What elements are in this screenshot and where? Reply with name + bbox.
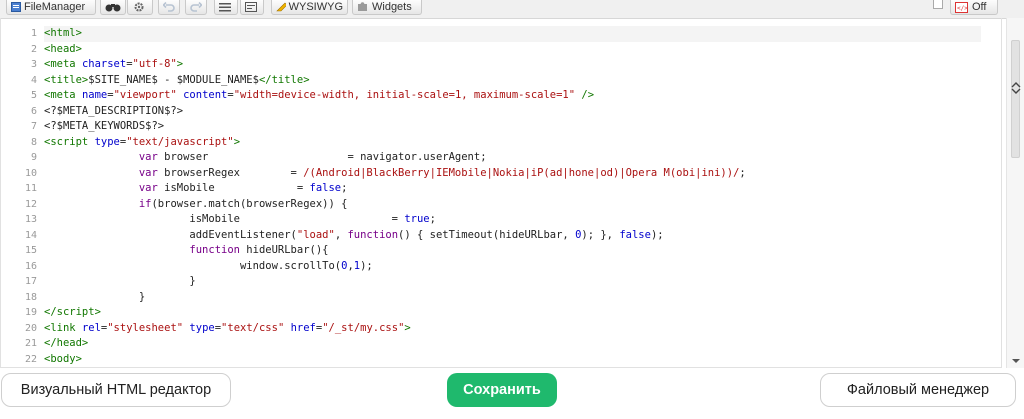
format-toolbar-button[interactable]: [240, 0, 264, 15]
widgets-toolbar-button[interactable]: Widgets: [352, 0, 422, 15]
code-line: <link rel="stylesheet" type="text/css" h…: [44, 321, 411, 334]
toggle-checkbox[interactable]: [933, 0, 943, 9]
code-line: </script>: [44, 306, 101, 318]
widgets-toolbar-label: Widgets: [372, 0, 412, 13]
line-number: 13: [24, 214, 37, 225]
scroll-down-icon[interactable]: [1011, 358, 1021, 364]
code-line: }: [44, 290, 146, 303]
line-number: 19: [24, 307, 37, 318]
code-line: var isMobile = false;: [138, 182, 348, 194]
undo-icon: [163, 2, 175, 12]
visual-editor-label: Визуальный HTML редактор: [20, 382, 212, 398]
line-number: 7: [30, 121, 37, 132]
code-line: var browserRegex = /(Android|BlackBerry|…: [138, 166, 746, 179]
code-line: var browser = navigator.userAgent;: [138, 151, 487, 163]
code-line: addEventListener("load", function() { se…: [44, 228, 664, 241]
line-number: 18: [24, 291, 37, 303]
code-line: <?$META_KEYWORDS$?>: [44, 120, 165, 132]
line-number: 6: [30, 105, 37, 117]
binoculars-icon: [105, 4, 121, 12]
code-line: window.scrollTo(0,1);: [44, 259, 373, 272]
file-manager-icon: [11, 2, 21, 12]
code-toggle-label: Off: [972, 0, 987, 13]
line-number: 15: [24, 245, 37, 256]
line-number: 14: [24, 229, 37, 241]
visual-editor-button[interactable]: Визуальный HTML редактор: [1, 373, 231, 407]
save-label: Сохранить: [463, 382, 541, 398]
line-number-gutter: 1234567891011121314151617181920212223: [1, 26, 37, 368]
redo-icon: [190, 2, 202, 12]
line-number: 22: [24, 353, 37, 365]
resize-arrows-icon[interactable]: [1011, 82, 1021, 94]
line-number: 17: [24, 276, 37, 287]
code-editor[interactable]: 1234567891011121314151617181920212223 <h…: [0, 18, 1002, 368]
code-line: <script type="text/javascript">: [44, 135, 241, 148]
save-button[interactable]: Сохранить: [447, 373, 557, 407]
scrollbar-thumb[interactable]: [1011, 40, 1020, 158]
code-line: <meta name="viewport" content="width=dev…: [44, 89, 595, 101]
code-line: isMobile = true;: [44, 213, 436, 225]
settings-toolbar-button[interactable]: [127, 0, 153, 15]
line-number: 20: [24, 322, 37, 334]
file-manager-toolbar-label: FileManager: [24, 0, 86, 13]
pencil-icon: [276, 2, 286, 12]
code-line: $ADMIN_BAR$: [44, 367, 981, 368]
file-manager-toolbar-button[interactable]: FileManager: [6, 0, 96, 15]
line-number: 4: [30, 74, 37, 86]
line-number: 5: [30, 90, 37, 101]
file-manager-button[interactable]: Файловый менеджер: [820, 373, 1016, 407]
editor-toolbar: FileManager WYSIWYG Widgets </> Off: [0, 0, 1024, 19]
line-number: 10: [24, 167, 37, 179]
line-number: 16: [24, 260, 37, 272]
svg-text:</>: </>: [957, 5, 968, 12]
editor-scrollbar[interactable]: [1006, 18, 1024, 368]
gear-icon: [134, 2, 144, 12]
wysiwyg-toolbar-label: WYSIWYG: [288, 0, 343, 13]
line-number: 1: [30, 28, 37, 39]
puzzle-icon: [358, 2, 367, 11]
search-toolbar-button[interactable]: [100, 0, 126, 15]
code-area[interactable]: <html> <head> <meta charset="utf-8"> <ti…: [44, 26, 981, 368]
code-line: <html>: [44, 26, 981, 42]
code-line: }: [44, 275, 196, 287]
format-code-icon: [245, 2, 257, 12]
line-numbers-toolbar-button[interactable]: [214, 0, 238, 15]
code-line: function hideURLbar(){: [189, 244, 329, 256]
redo-toolbar-button[interactable]: [185, 0, 207, 15]
wysiwyg-toolbar-button[interactable]: WYSIWYG: [271, 0, 348, 15]
line-number: 3: [30, 59, 37, 70]
line-number: 8: [30, 136, 37, 148]
list-icon: [219, 3, 231, 12]
line-number: 21: [24, 338, 37, 349]
line-number: 9: [30, 152, 37, 163]
line-number: 12: [24, 198, 37, 210]
code-toggle-button[interactable]: </> Off: [950, 0, 998, 15]
code-line: if(browser.match(browserRegex)) {: [138, 197, 348, 210]
code-line: <body>: [44, 352, 82, 365]
code-line: <head>: [44, 42, 82, 55]
line-number: 23: [1, 367, 37, 368]
code-line: <meta charset="utf-8">: [44, 58, 184, 70]
line-number: 2: [30, 43, 37, 55]
file-manager-label: Файловый менеджер: [846, 382, 990, 398]
undo-toolbar-button[interactable]: [158, 0, 180, 15]
code-line: <?$META_DESCRIPTION$?>: [44, 104, 184, 117]
code-line: </head>: [44, 337, 89, 349]
line-number: 11: [24, 183, 37, 194]
code-file-icon: </>: [955, 1, 968, 13]
code-line: <title>$SITE_NAME$ - $MODULE_NAME$</titl…: [44, 73, 310, 86]
